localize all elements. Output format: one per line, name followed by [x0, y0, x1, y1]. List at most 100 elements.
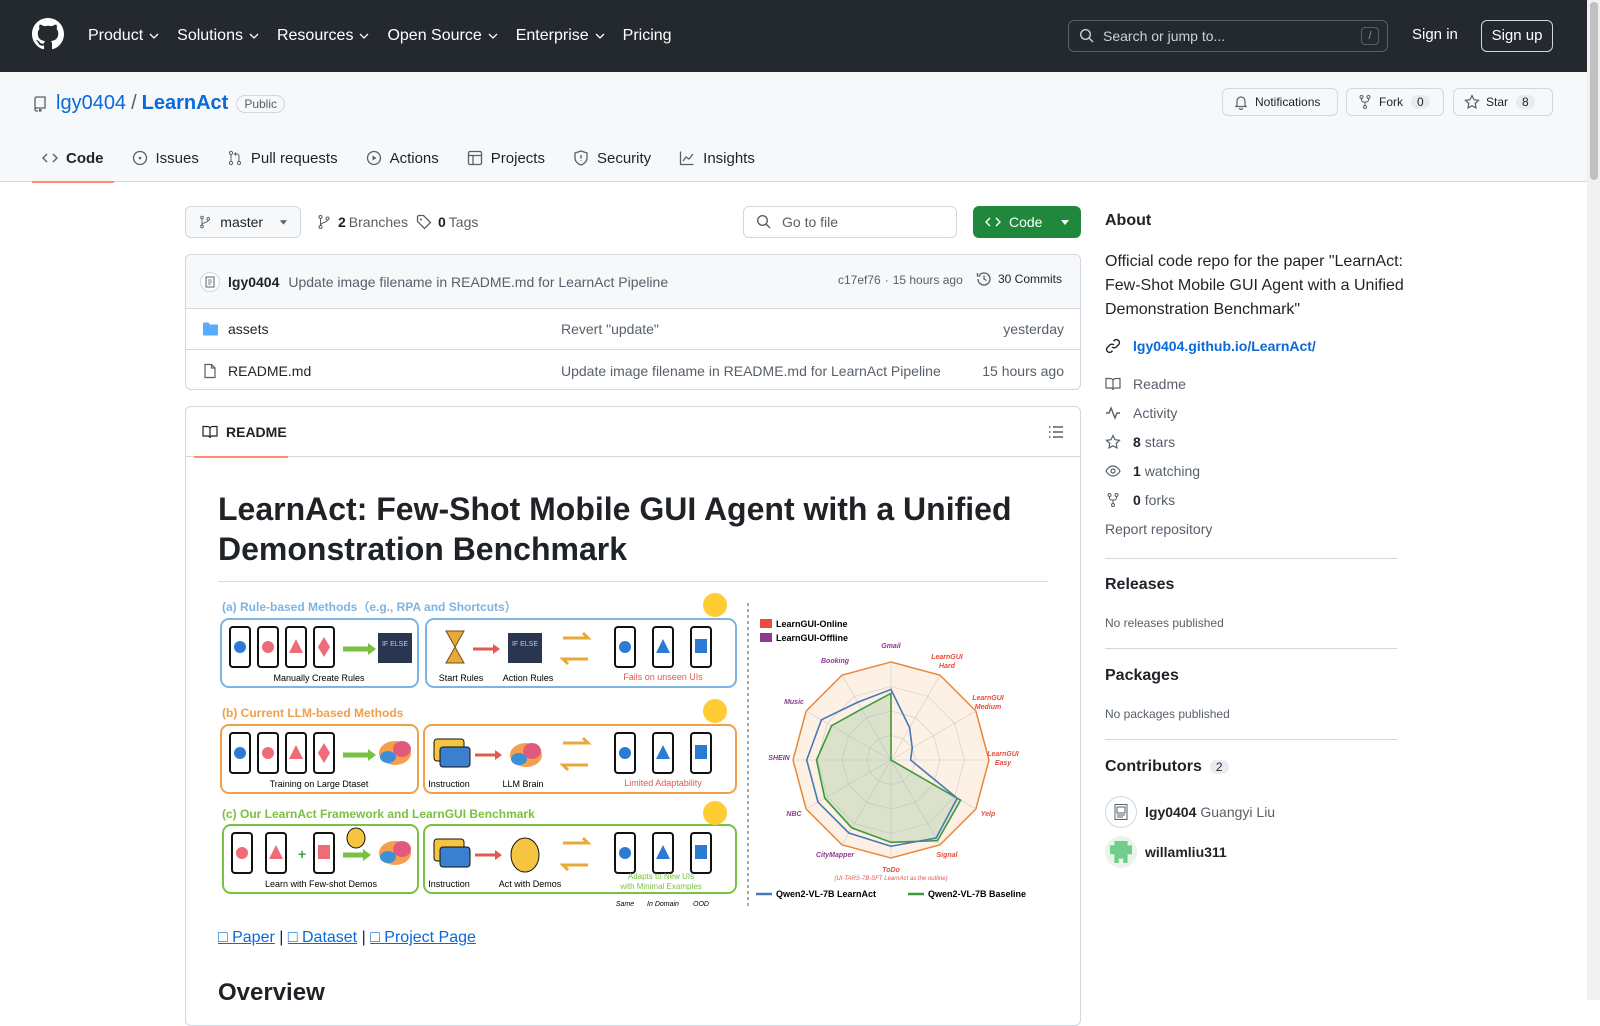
code-dropdown-button[interactable]: Code — [973, 206, 1081, 238]
tab-label: Pull requests — [250, 149, 338, 167]
repo-owner-link[interactable]: lgy0404 — [56, 92, 126, 115]
website-link-label: lgy0404.github.io/LearnAct/ — [1133, 338, 1316, 354]
nav-product[interactable]: Product — [88, 27, 160, 45]
star-counter: 8 — [1516, 95, 1535, 109]
search-input[interactable]: Search or jump to... / — [1068, 20, 1388, 52]
code-button-label: Code — [1009, 214, 1043, 230]
star-eyes-face-icon — [703, 801, 727, 825]
contributor-item[interactable]: willamliu311 — [1105, 836, 1227, 868]
nav-open-source[interactable]: Open Source — [387, 27, 498, 45]
star-button[interactable]: Star 8 — [1453, 88, 1553, 116]
commit-author[interactable]: lgy0404 — [228, 274, 279, 290]
branch-select-button[interactable]: master — [185, 206, 301, 238]
forks-label: forks — [1144, 492, 1176, 508]
readme-header: README — [186, 407, 1080, 458]
issue-icon — [132, 150, 147, 166]
link-separator: | — [361, 929, 366, 946]
readme-figure: (a) Rule-based Methods（e.g., RPA and Sho… — [218, 593, 1048, 915]
nav-pricing[interactable]: Pricing — [623, 27, 672, 45]
page-scrollbar[interactable] — [1587, 0, 1600, 1000]
outline-button[interactable] — [1040, 416, 1072, 448]
file-commit-message[interactable]: Update image filename in README.md for L… — [561, 363, 941, 379]
go-to-file-input[interactable]: Go to file — [743, 206, 957, 238]
phones-row-a: IF ELSE — [229, 626, 412, 668]
legend-learnact: Qwen2-VL-7B LearnAct — [776, 889, 876, 899]
avatar[interactable] — [1105, 836, 1137, 868]
figure-c-adapt2: with Minimal Examples — [619, 882, 701, 891]
caret-down-icon — [279, 220, 288, 225]
notifications-button[interactable]: Notifications — [1222, 88, 1338, 116]
nav-solutions[interactable]: Solutions — [177, 27, 260, 45]
readme-link[interactable]: Readme — [1105, 376, 1186, 392]
search-icon — [1079, 28, 1094, 43]
contributor-item[interactable]: lgy0404 Guangyi Liu — [1105, 796, 1275, 828]
branches-link[interactable]: 2 Branches — [316, 214, 408, 230]
forks-link[interactable]: 0 forks — [1105, 492, 1175, 508]
file-row-readme[interactable]: README.md Update image filename in READM… — [186, 350, 1080, 389]
tab-actions[interactable]: Actions — [356, 134, 449, 182]
figure-c-act: Act with Demos — [499, 879, 562, 889]
stars-count: 8 — [1133, 434, 1141, 450]
commits-link[interactable]: 30 Commits — [976, 271, 1062, 287]
radar-axis-label: CityMapper — [816, 852, 855, 859]
commit-meta-separator: · — [884, 273, 889, 287]
commit-message[interactable]: Update image filename in README.md for L… — [288, 274, 668, 290]
radar-axis-label: Music — [784, 699, 804, 706]
file-name[interactable]: README.md — [228, 363, 311, 379]
figure-b-brain: LLM Brain — [502, 779, 543, 789]
avatar[interactable] — [200, 271, 220, 292]
figure-a-action: Action Rules — [503, 673, 554, 683]
dataset-link[interactable]: □ Dataset — [288, 929, 357, 946]
go-to-file-placeholder: Go to file — [782, 214, 839, 230]
activity-link[interactable]: Activity — [1105, 405, 1177, 421]
tab-pull-requests[interactable]: Pull requests — [217, 134, 348, 182]
file-commit-message[interactable]: Revert "update" — [561, 321, 659, 337]
overview-heading: Overview — [218, 979, 325, 1006]
sign-in-link[interactable]: Sign in — [1412, 26, 1458, 43]
file-row-assets[interactable]: assets Revert "update" yesterday — [186, 309, 1080, 350]
tab-issues[interactable]: Issues — [122, 134, 209, 182]
branch-icon — [318, 215, 330, 229]
report-repository-link[interactable]: Report repository — [1105, 521, 1212, 537]
tab-insights[interactable]: Insights — [669, 134, 765, 182]
project-page-link[interactable]: □ Project Page — [370, 929, 476, 946]
repo-tabs: Code Issues Pull requests Actions Projec… — [32, 134, 773, 183]
paper-link[interactable]: □ Paper — [218, 929, 275, 946]
nav-label: Product — [88, 27, 144, 44]
commits-count: 30 Commits — [998, 272, 1063, 286]
nav-resources[interactable]: Resources — [277, 27, 370, 45]
stars-link[interactable]: 8 stars — [1105, 434, 1175, 450]
bee-icon-2 — [510, 837, 540, 873]
link-separator: | — [279, 929, 284, 946]
repo-name-link[interactable]: LearnAct — [142, 92, 229, 115]
tags-link[interactable]: 0 Tags — [416, 214, 478, 230]
contributors-heading[interactable]: Contributors — [1105, 758, 1202, 776]
file-name[interactable]: assets — [228, 321, 268, 337]
github-logo-icon[interactable] — [32, 18, 64, 50]
releases-heading[interactable]: Releases — [1105, 576, 1174, 594]
branches-count: 2 — [338, 214, 346, 230]
tab-projects[interactable]: Projects — [457, 134, 555, 182]
scrollbar-thumb[interactable] — [1590, 2, 1598, 180]
sign-up-button[interactable]: Sign up — [1481, 20, 1553, 52]
packages-heading[interactable]: Packages — [1105, 667, 1179, 685]
website-link[interactable]: lgy0404.github.io/LearnAct/ — [1105, 338, 1316, 354]
nav-enterprise[interactable]: Enterprise — [516, 27, 606, 45]
nav-label: Enterprise — [515, 27, 589, 44]
watching-link[interactable]: 1 watching — [1105, 463, 1200, 479]
tab-security[interactable]: Security — [563, 134, 661, 182]
graph-icon — [680, 151, 694, 166]
user-avatar-icon — [1114, 804, 1128, 820]
book-icon — [1105, 377, 1121, 391]
fork-button[interactable]: Fork 0 — [1346, 88, 1444, 116]
contributors-count: 2 — [1209, 760, 1229, 774]
tab-label: Actions — [389, 149, 439, 167]
tab-code[interactable]: Code — [32, 134, 114, 183]
avatar[interactable] — [1105, 796, 1137, 828]
figure-b-limit: Limited Adaptability — [624, 778, 702, 788]
star-label: Star — [1486, 95, 1509, 109]
notifications-label: Notifications — [1255, 95, 1321, 109]
commit-hash[interactable]: c17ef76 — [838, 273, 881, 287]
readme-tab[interactable]: README — [194, 407, 288, 458]
play-icon — [366, 150, 381, 166]
